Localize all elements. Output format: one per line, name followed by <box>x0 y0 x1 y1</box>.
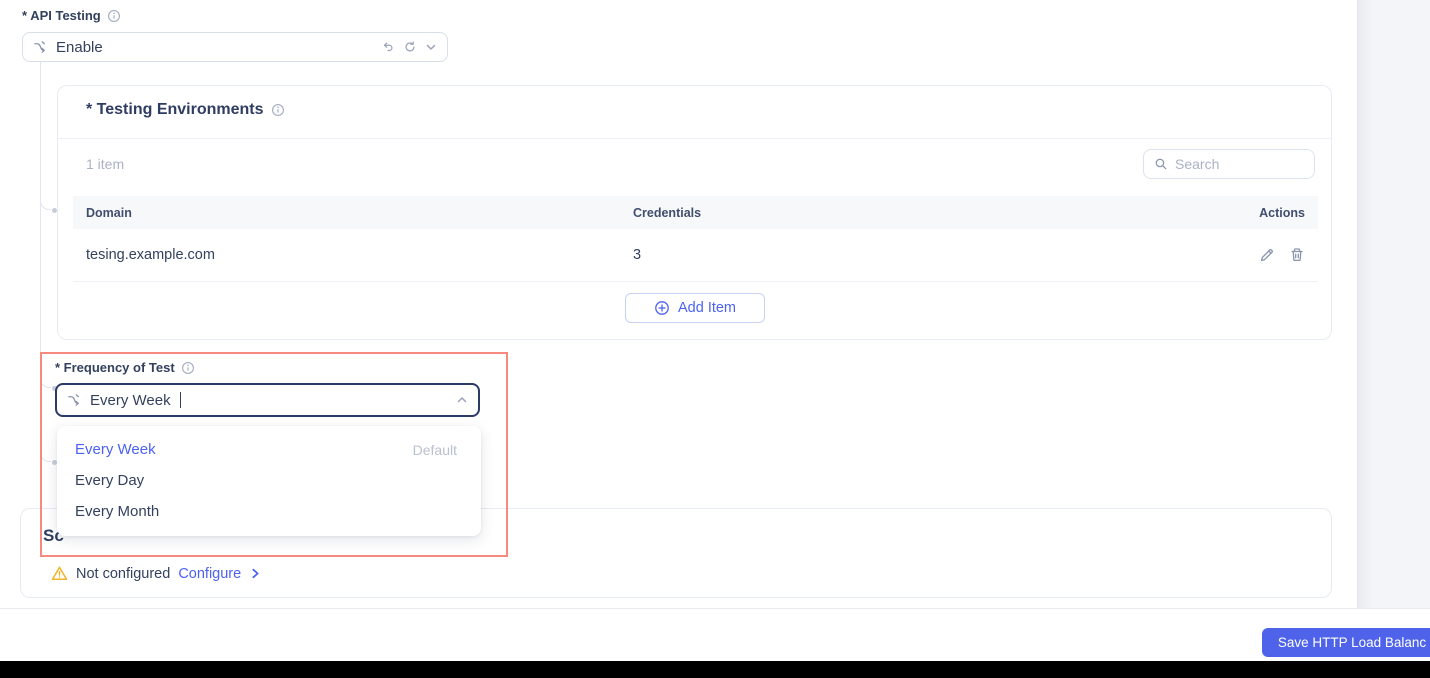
chevron-down-icon[interactable] <box>425 41 437 53</box>
plus-circle-icon <box>654 300 670 316</box>
table-row: tesing.example.com 3 <box>73 229 1318 282</box>
branch-icon <box>67 393 82 408</box>
frequency-value: Every Week <box>90 392 171 409</box>
testing-environments-title-text: * Testing Environments <box>86 101 264 119</box>
info-icon[interactable] <box>181 361 195 375</box>
item-count: 1 item <box>86 156 124 172</box>
configure-link[interactable]: Configure <box>178 566 241 582</box>
not-configured-row: Not configured Configure <box>51 565 262 582</box>
frequency-label: * Frequency of Test <box>55 360 195 375</box>
testing-environments-title: * Testing Environments <box>86 101 285 119</box>
info-icon[interactable] <box>271 103 285 117</box>
chevron-right-icon[interactable] <box>249 567 262 580</box>
api-testing-select[interactable]: Enable <box>22 32 448 62</box>
tree-branch-1 <box>40 196 51 210</box>
frequency-label-text: * Frequency of Test <box>55 360 175 375</box>
text-cursor <box>180 392 182 408</box>
api-testing-label-text: * API Testing <box>22 8 101 23</box>
dropdown-option-every-day[interactable]: Every Day <box>57 465 481 496</box>
info-icon[interactable] <box>107 9 121 23</box>
option-default-tag: Default <box>413 442 457 458</box>
card-divider <box>58 138 1331 139</box>
search-icon <box>1154 157 1168 171</box>
table-header-domain: Domain <box>73 206 633 220</box>
table-header: Domain Credentials Actions <box>73 196 1318 229</box>
search-input[interactable] <box>1175 156 1295 172</box>
right-side-panel <box>1357 0 1430 609</box>
dropdown-option-every-month[interactable]: Every Month <box>57 496 481 527</box>
table-header-credentials: Credentials <box>633 206 1193 220</box>
bottom-black-bar <box>0 661 1430 678</box>
refresh-icon[interactable] <box>403 40 417 54</box>
api-testing-label: * API Testing <box>22 8 121 23</box>
branch-icon <box>33 40 48 55</box>
testing-environments-card: * Testing Environments 1 item Domain Cre… <box>57 85 1332 340</box>
chevron-up-icon[interactable] <box>456 394 468 406</box>
frequency-select[interactable]: Every Week <box>55 383 480 417</box>
save-http-load-balancer-button[interactable]: Save HTTP Load Balanc <box>1262 628 1430 657</box>
warning-icon <box>51 565 68 582</box>
option-label: Every Month <box>75 503 159 520</box>
row-credentials: 3 <box>633 247 1193 263</box>
tree-branch-3 <box>40 448 51 462</box>
delete-icon[interactable] <box>1289 247 1305 263</box>
dropdown-option-every-week[interactable]: Every Week Default <box>57 434 481 465</box>
add-item-label: Add Item <box>678 300 736 316</box>
tree-connector-line <box>40 62 41 448</box>
status-text: Not configured <box>76 566 170 582</box>
undo-icon[interactable] <box>381 40 395 54</box>
search-box[interactable] <box>1143 149 1315 179</box>
tree-branch-2 <box>40 374 51 388</box>
option-label: Every Day <box>75 472 144 489</box>
table-header-actions: Actions <box>1193 206 1318 220</box>
page-divider <box>0 608 1430 609</box>
add-item-button[interactable]: Add Item <box>625 293 765 323</box>
edit-icon[interactable] <box>1259 247 1275 263</box>
option-label: Every Week <box>75 441 156 458</box>
page: * API Testing Enable * Testing Environme… <box>0 0 1430 678</box>
api-testing-value: Enable <box>56 39 103 56</box>
frequency-dropdown: Every Week Default Every Day Every Month <box>57 426 481 536</box>
row-domain: tesing.example.com <box>73 247 633 263</box>
